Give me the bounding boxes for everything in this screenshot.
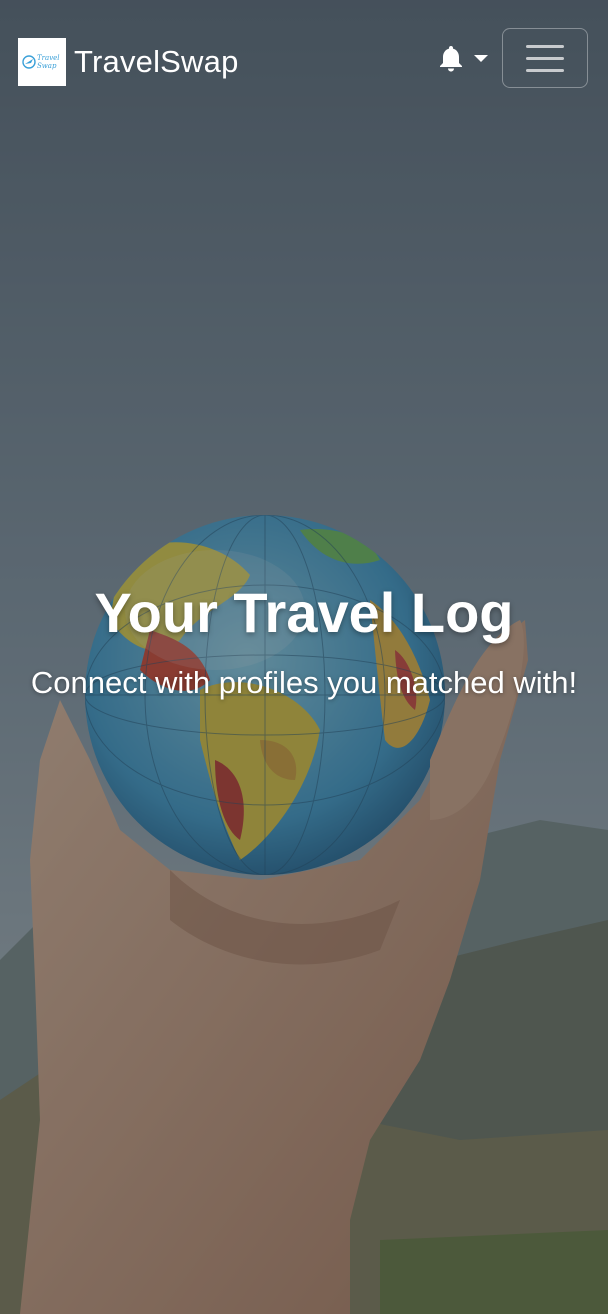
page: Travel Swap TravelSwap Your Travel Log C…	[0, 0, 608, 1314]
notifications-dropdown[interactable]	[438, 44, 488, 72]
hamburger-menu-icon-bar	[526, 68, 564, 72]
page-subtitle: Connect with profiles you matched with!	[30, 665, 578, 700]
hamburger-menu-icon-bar	[526, 56, 564, 60]
caret-down-icon	[474, 54, 488, 62]
hamburger-menu-icon-bar	[526, 44, 564, 48]
brand-name: TravelSwap	[74, 44, 239, 79]
brand-link[interactable]: Travel Swap TravelSwap	[18, 38, 239, 86]
page-title: Your Travel Log	[94, 581, 514, 644]
bell-icon	[440, 46, 462, 72]
menu-toggle-button[interactable]	[502, 28, 588, 88]
brand-logo: Travel Swap	[18, 38, 66, 86]
hero-section: Your Travel Log Connect with profiles yo…	[0, 580, 608, 701]
logo-text-line1: Travel	[37, 54, 60, 62]
navbar: Travel Swap TravelSwap	[0, 0, 608, 120]
logo-text-line2: Swap	[37, 62, 57, 70]
plane-logo-icon: Travel Swap	[22, 54, 60, 70]
